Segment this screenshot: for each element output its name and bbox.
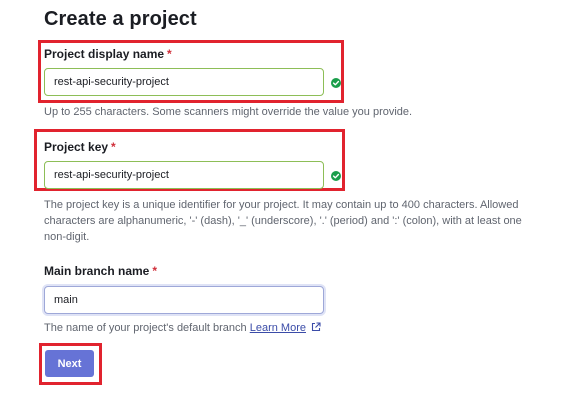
project-key-label: Project key * — [44, 140, 116, 154]
display-name-help: Up to 255 characters. Some scanners migh… — [44, 106, 413, 118]
project-key-input[interactable] — [44, 161, 324, 189]
branch-help-text: The name of your project's default branc… — [44, 322, 247, 334]
check-circle-icon — [331, 78, 341, 88]
check-circle-icon — [331, 171, 341, 181]
required-asterisk: * — [111, 140, 116, 154]
external-link-icon — [312, 322, 321, 332]
branch-help: The name of your project's default branc… — [44, 320, 321, 336]
display-name-label: Project display name * — [44, 47, 172, 61]
required-asterisk: * — [152, 264, 158, 278]
branch-label: Main branch name * — [44, 264, 157, 278]
display-name-input[interactable] — [44, 68, 324, 96]
page-title: Create a project — [44, 8, 197, 30]
project-key-help-line: non-digit. — [44, 231, 90, 243]
branch-name-input[interactable] — [44, 286, 324, 314]
required-asterisk: * — [167, 47, 172, 61]
learn-more-link[interactable]: Learn More — [250, 322, 306, 334]
project-key-help-line: The project key is a unique identifier f… — [44, 199, 519, 211]
branch-label-text: Main branch name — [44, 264, 150, 278]
project-key-help: The project key is a unique identifier f… — [44, 197, 564, 245]
display-name-label-text: Project display name — [44, 47, 165, 61]
next-button[interactable]: Next — [45, 350, 94, 377]
project-key-help-line: characters are alphanumeric, '-' (dash),… — [44, 215, 522, 227]
project-key-label-text: Project key — [44, 140, 109, 154]
